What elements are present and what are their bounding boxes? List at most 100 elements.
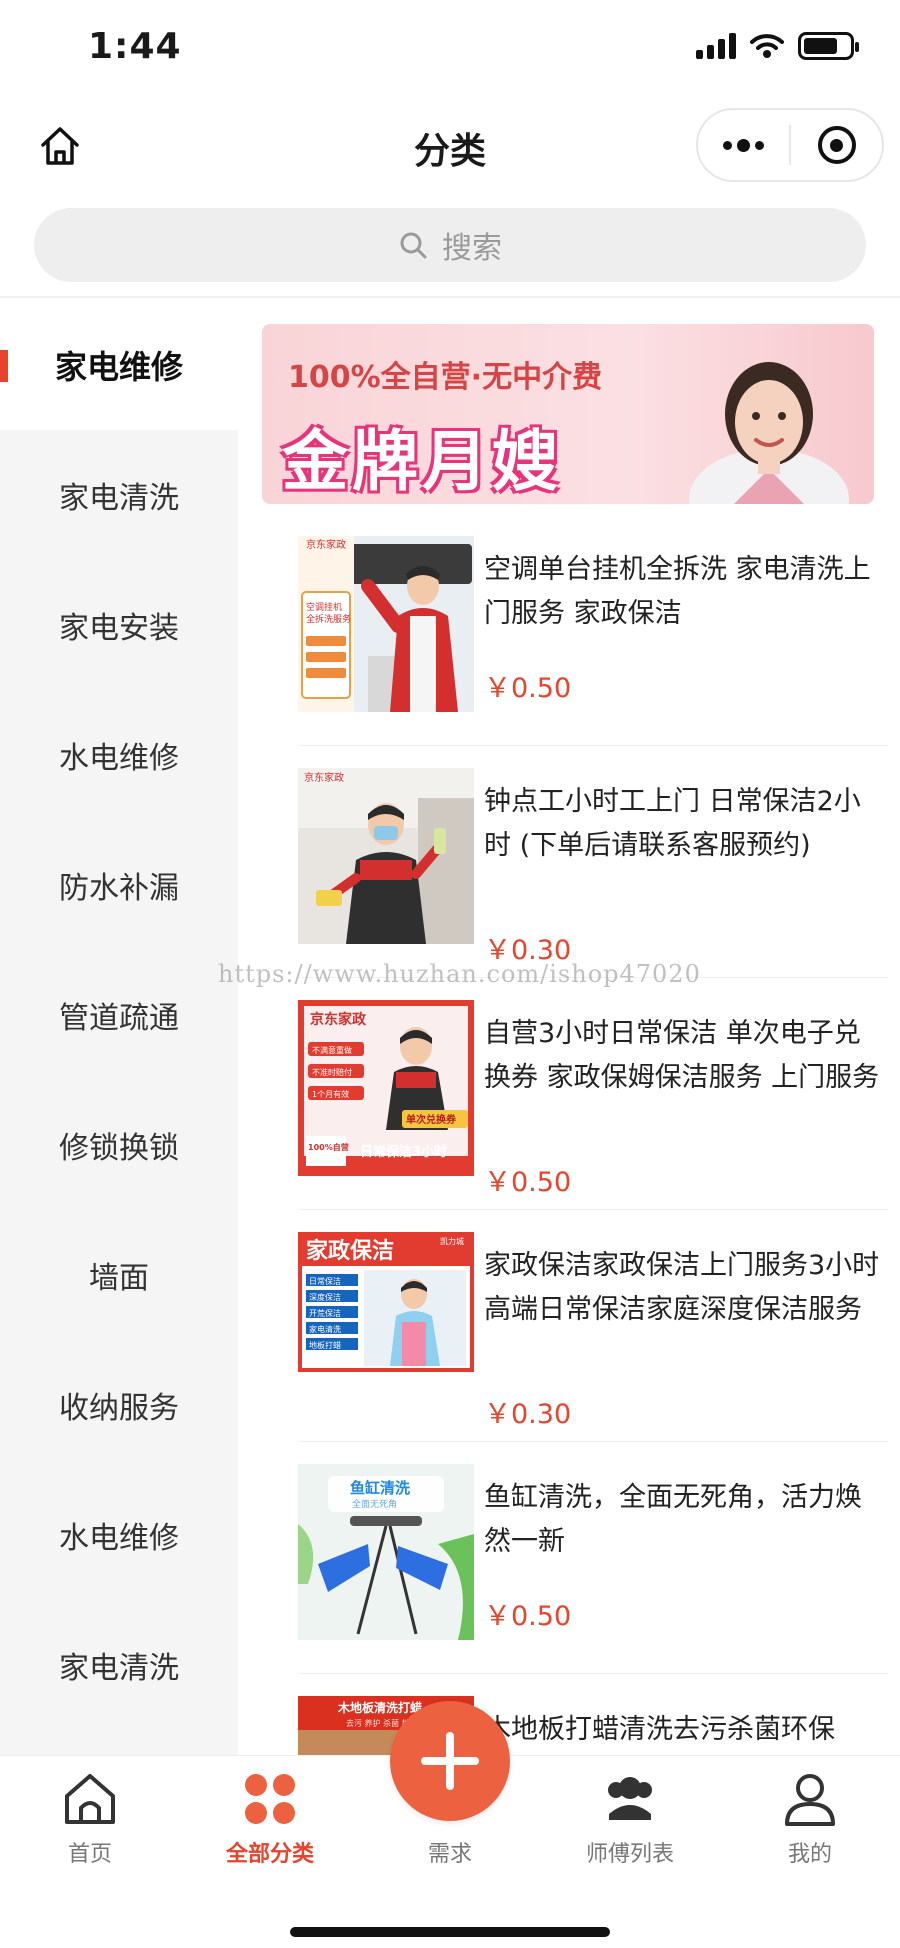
- more-dots-icon: [723, 138, 764, 152]
- svg-text:京东家政: 京东家政: [306, 538, 346, 551]
- search-bar: 搜索: [0, 190, 900, 298]
- search-icon: [400, 232, 427, 259]
- sidebar-item-plumbing-electrical-2[interactable]: 水电维修: [0, 1470, 238, 1600]
- active-indicator: [0, 350, 8, 382]
- sidebar-item-label: 水电维修: [59, 741, 179, 776]
- sidebar-item-pipe-unclogging[interactable]: 管道疏通: [0, 950, 238, 1080]
- category-sidebar: 家电维修 家电清洗 家电安装 水电维修 防水补漏 管道疏通 修锁换锁 墙面 收纳…: [0, 300, 238, 1755]
- svg-text:开荒保洁: 开荒保洁: [309, 1308, 341, 1318]
- product-item[interactable]: 木地板清洗打蜡 去污 养护 杀菌 打蜡 木地板打蜡清洗去污杀菌环保: [298, 1696, 888, 1755]
- watermark-text: https://www.huzhan.com/ishop47020: [218, 960, 701, 988]
- sidebar-item-wall[interactable]: 墙面: [0, 1210, 238, 1340]
- sidebar-item-label: 水电维修: [59, 1521, 179, 1556]
- status-bar: 1:44: [0, 0, 900, 100]
- daily-cleaning-voucher-thumbnail: 京东家政 不满意重做 不准时赔付 1个月有效 单次兑换券 100%自营 日常保洁…: [298, 1000, 474, 1176]
- svg-text:单次兑换券: 单次兑换券: [406, 1113, 457, 1126]
- home-indicator: [290, 1927, 610, 1937]
- tab-all-categories[interactable]: 全部分类: [200, 1768, 340, 1868]
- more-button[interactable]: [698, 110, 789, 180]
- user-icon: [779, 1768, 841, 1830]
- sidebar-item-locksmith[interactable]: 修锁换锁: [0, 1080, 238, 1210]
- group-icon: [599, 1768, 661, 1830]
- fish-tank-cleaning-thumbnail: 鱼缸清洗 全面无死角: [298, 1464, 474, 1640]
- svg-text:日常保洁: 日常保洁: [309, 1276, 341, 1286]
- product-price: ￥0.50: [484, 1167, 572, 1198]
- banner-subtitle: 100%全自营·无中介费: [288, 360, 603, 395]
- product-price: ￥0.50: [484, 1601, 572, 1632]
- status-icons: [696, 32, 859, 60]
- housekeeping-service-thumbnail: 家政保洁 凯力城 日常保洁 深度保洁 开荒保洁 家电清洗 地板打蜡: [298, 1232, 474, 1408]
- sidebar-item-appliance-cleaning[interactable]: 家电清洗: [0, 430, 238, 560]
- svg-text:空调挂机: 空调挂机: [306, 601, 342, 613]
- hourly-cleaner-thumbnail: 京东家政: [298, 768, 474, 944]
- svg-text:家电清洗: 家电清洗: [309, 1324, 341, 1334]
- svg-text:不满意重做: 不满意重做: [312, 1045, 352, 1055]
- tab-technician-list[interactable]: 师傅列表: [560, 1768, 700, 1868]
- mini-program-capsule: [696, 108, 884, 182]
- svg-text:鱼缸清洗: 鱼缸清洗: [350, 1479, 410, 1497]
- sidebar-item-waterproofing[interactable]: 防水补漏: [0, 820, 238, 950]
- svg-text:凯力城: 凯力城: [440, 1236, 464, 1246]
- svg-text:全面无死角: 全面无死角: [352, 1498, 397, 1510]
- close-mini-program-button[interactable]: [791, 110, 882, 180]
- product-item[interactable]: 京东家政 钟点工小时工上门 日常保洁2小时 (下单后请联系客服预约) ￥0.30: [298, 768, 888, 978]
- post-request-button[interactable]: [390, 1701, 510, 1821]
- sidebar-item-label: 修锁换锁: [59, 1131, 179, 1166]
- product-item[interactable]: 京东家政 空调挂机 全拆洗服务 空调单台挂机全拆洗 家电清洗上门服务 家政保洁 …: [298, 536, 888, 746]
- product-title: 自营3小时日常保洁 单次电子兑换券 家政保姆保洁服务 上门服务: [484, 1018, 880, 1093]
- product-title: 空调单台挂机全拆洗 家电清洗上门服务 家政保洁: [484, 554, 871, 629]
- sidebar-item-label: 防水补漏: [59, 871, 179, 906]
- sidebar-item-appliance-repair[interactable]: 家电维修: [0, 300, 238, 430]
- svg-text:家政保洁: 家政保洁: [306, 1238, 394, 1264]
- sidebar-item-label: 收纳服务: [59, 1391, 179, 1426]
- tab-label: 首页: [67, 1842, 112, 1867]
- cellular-signal-icon: [696, 33, 736, 59]
- svg-text:深度保洁: 深度保洁: [309, 1292, 341, 1302]
- product-price: ￥0.30: [484, 1399, 572, 1430]
- sidebar-item-label: 管道疏通: [59, 1001, 179, 1036]
- tab-profile[interactable]: 我的: [740, 1768, 880, 1868]
- promo-banner[interactable]: 100%全自营·无中介费 金牌月嫂: [262, 324, 874, 504]
- product-content: 100%全自营·无中介费 金牌月嫂 京东家政 空调挂机 全拆洗服务 空调单台挂机…: [238, 300, 900, 1755]
- plus-icon: [421, 1732, 479, 1790]
- svg-text:京东家政: 京东家政: [310, 1011, 367, 1028]
- status-time: 1:44: [88, 26, 182, 67]
- svg-text:1个月有效: 1个月有效: [312, 1089, 349, 1099]
- product-item[interactable]: 家政保洁 凯力城 日常保洁 深度保洁 开荒保洁 家电清洗 地板打蜡 家政保洁家政…: [298, 1232, 888, 1442]
- ac-cleaning-thumbnail: 京东家政 空调挂机 全拆洗服务: [298, 536, 474, 712]
- sidebar-item-storage[interactable]: 收纳服务: [0, 1340, 238, 1470]
- sidebar-item-label: 家电清洗: [59, 1651, 179, 1686]
- sidebar-item-appliance-install[interactable]: 家电安装: [0, 560, 238, 690]
- nav-bar: 分类: [0, 100, 900, 190]
- product-price: ￥0.50: [484, 673, 572, 704]
- product-title: 鱼缸清洗，全面无死角，活力焕然一新: [484, 1482, 862, 1557]
- svg-text:全拆洗服务: 全拆洗服务: [306, 613, 351, 625]
- svg-text:不准时赔付: 不准时赔付: [312, 1067, 352, 1077]
- sidebar-item-plumbing-electrical[interactable]: 水电维修: [0, 690, 238, 820]
- sidebar-item-label: 家电安装: [59, 611, 179, 646]
- product-item[interactable]: 鱼缸清洗 全面无死角 鱼缸清洗，全面无死角，活力焕然一新 ￥0.50: [298, 1464, 888, 1674]
- target-icon: [817, 126, 856, 164]
- tab-home[interactable]: 首页: [20, 1768, 160, 1868]
- search-input[interactable]: 搜索: [34, 208, 866, 282]
- svg-text:地板打蜡: 地板打蜡: [309, 1340, 341, 1350]
- house-icon: [59, 1768, 121, 1830]
- sidebar-item-label: 家电清洗: [59, 481, 179, 516]
- housekeeper-portrait-image: [689, 362, 849, 504]
- product-title: 钟点工小时工上门 日常保洁2小时 (下单后请联系客服预约): [484, 786, 861, 861]
- sidebar-item-appliance-cleaning-2[interactable]: 家电清洗: [0, 1600, 238, 1730]
- svg-text:100%自营: 100%自营: [308, 1142, 349, 1152]
- svg-text:木地板清洗打蜡: 木地板清洗打蜡: [337, 1700, 422, 1715]
- tab-label: 全部分类: [225, 1842, 314, 1867]
- tab-label: 需求: [427, 1842, 472, 1867]
- product-title: 木地板打蜡清洗去污杀菌环保: [484, 1714, 835, 1745]
- product-item[interactable]: 京东家政 不满意重做 不准时赔付 1个月有效 单次兑换券 100%自营 日常保洁…: [298, 1000, 888, 1210]
- sidebar-item-label: 墙面: [89, 1261, 149, 1296]
- wifi-icon: [750, 34, 784, 58]
- tab-label: 我的: [787, 1842, 832, 1867]
- battery-icon: [798, 32, 859, 60]
- svg-text:京东家政: 京东家政: [304, 771, 344, 784]
- sidebar-item-label: 家电维修: [54, 348, 183, 386]
- product-title: 家政保洁家政保洁上门服务3小时高端日常保洁家庭深度保洁服务: [484, 1250, 880, 1325]
- svg-text:日常保洁3小时: 日常保洁3小时: [360, 1144, 447, 1160]
